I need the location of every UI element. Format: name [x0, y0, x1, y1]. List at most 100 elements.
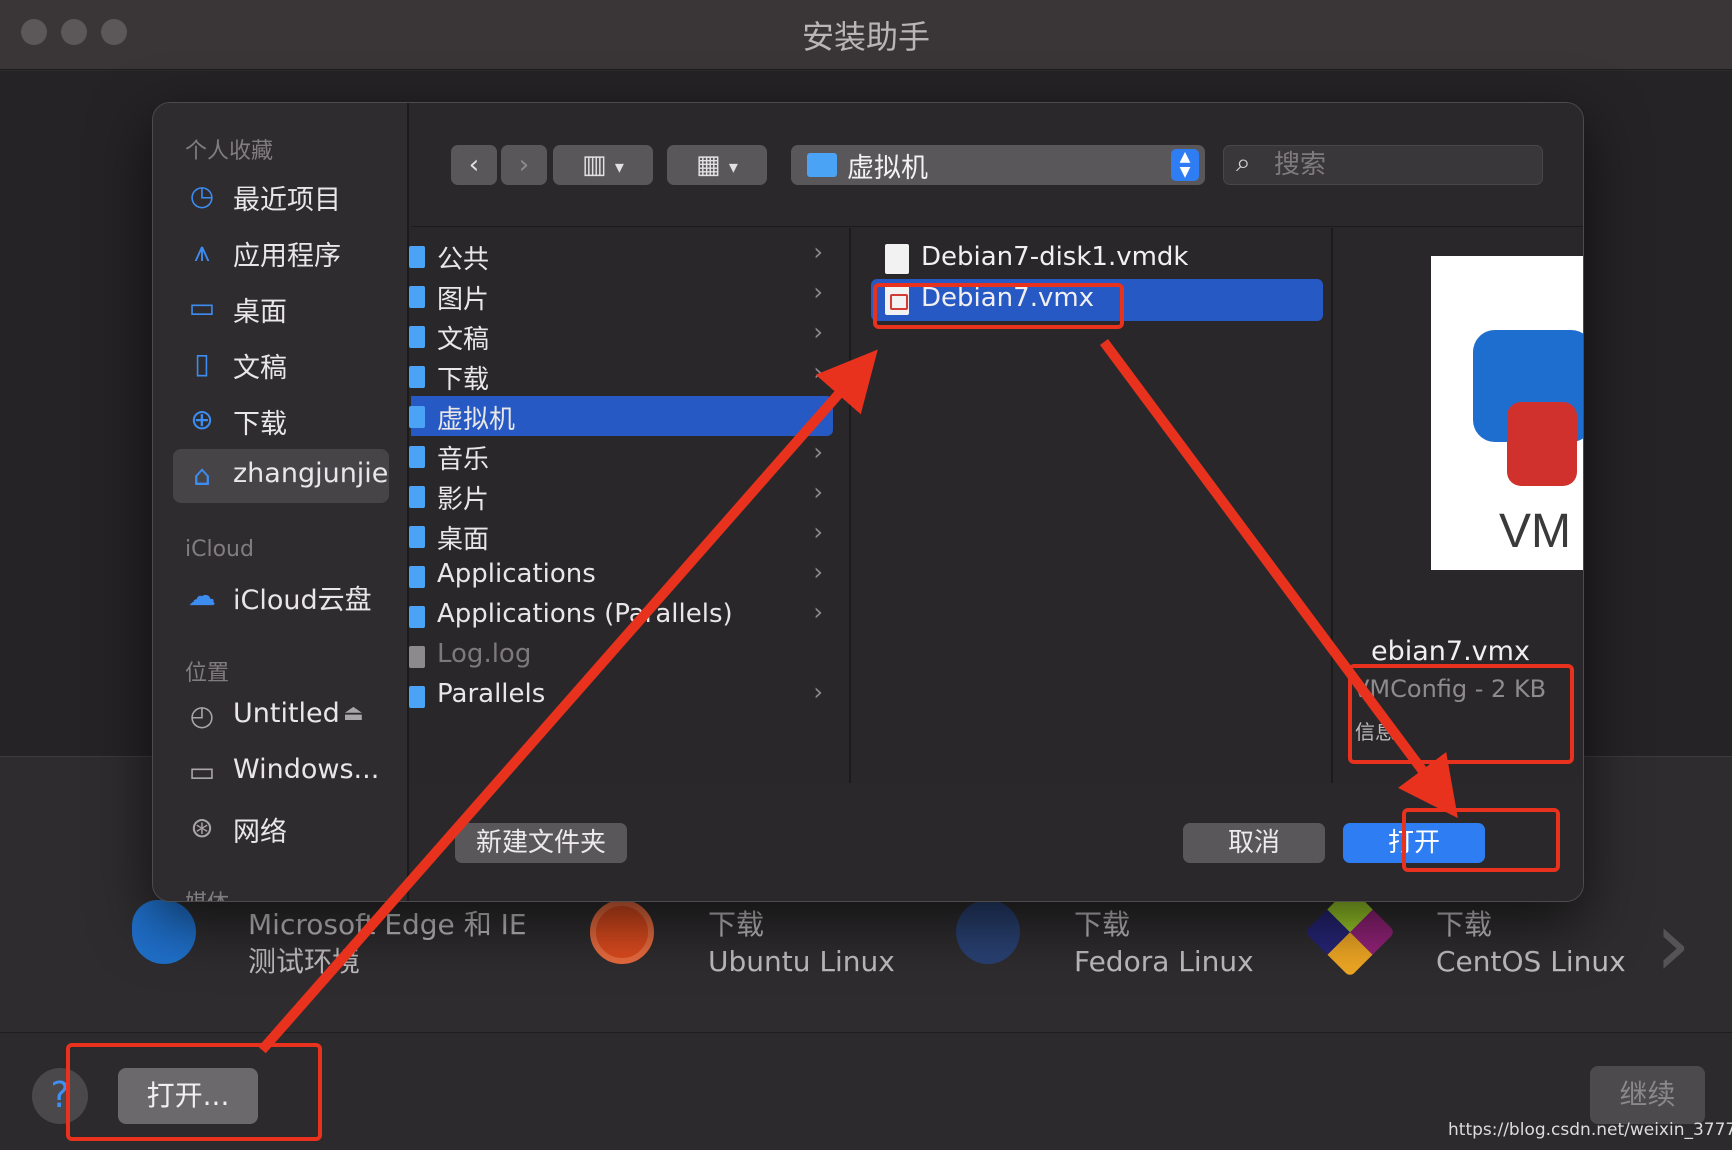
back-button[interactable]: ‹ [451, 145, 497, 185]
folder-icon [409, 366, 425, 388]
document-icon: ▯ [194, 347, 210, 380]
list-item[interactable]: 文稿 › [409, 316, 833, 356]
chevron-right-icon: › [813, 438, 823, 466]
column-view-icon: ▥ [582, 150, 607, 180]
list-item[interactable]: 下载 › [409, 356, 833, 396]
time-machine-icon: ◴ [189, 699, 215, 732]
option-fedora[interactable]: 下载 Fedora Linux [956, 900, 1276, 990]
folder-icon [409, 486, 425, 508]
chevron-right-icon: › [813, 598, 823, 626]
folder-icon [409, 326, 425, 348]
cloud-icon: ☁ [188, 579, 216, 612]
folder-icon [409, 606, 425, 628]
folder-icon [409, 286, 425, 308]
sidebar-section-media: 媒体 [185, 885, 229, 901]
applications-icon: ⩚ [194, 235, 210, 268]
list-item[interactable]: 公共 › [409, 236, 833, 276]
option-line1: 下载 [1074, 908, 1131, 941]
chevron-right-icon: › [813, 278, 823, 306]
fedora-icon [956, 900, 1020, 964]
sidebar-item-downloads[interactable]: ⊕ 下载 [173, 393, 389, 447]
search-input[interactable] [1274, 149, 1524, 181]
option-line2: 测试环境 [248, 945, 361, 978]
gallery-view-icon: ▦ [696, 150, 721, 180]
sidebar: 个人收藏 ◷ 最近项目 ⩚ 应用程序 ▭ 桌面 ▯ 文稿 ⊕ 下载 ⌂ zhan… [153, 103, 409, 901]
sidebar-section-favorites: 个人收藏 [185, 139, 274, 164]
annotation-box-info [1348, 664, 1574, 764]
option-ubuntu[interactable]: 下载 Ubuntu Linux [590, 900, 910, 990]
chevron-down-icon: ▾ [728, 157, 738, 178]
annotation-box-open [1402, 808, 1560, 872]
view-mode-button[interactable]: ▥ ▾ [553, 145, 653, 185]
option-line1: Microsoft Edge 和 IE [248, 908, 527, 941]
chevron-right-icon: › [813, 238, 823, 266]
file-preview-thumbnail: VM [1431, 256, 1583, 570]
list-item[interactable]: Applications (Parallels) › [409, 596, 833, 636]
search-box[interactable]: ⌕ [1223, 145, 1543, 185]
sidebar-item-home[interactable]: ⌂ zhangjunjie [173, 449, 389, 503]
option-line1: 下载 [1436, 908, 1493, 941]
dialog-toolbar: ‹ › ▥ ▾ ▦ ▾ 虚拟机 ▲ ▼ ⌕ [411, 103, 1583, 227]
folder-icon [409, 246, 425, 268]
chevron-right-icon: › [813, 358, 823, 386]
annotation-box-open-ellipsis [66, 1043, 322, 1141]
browser-area: ‹ › ▥ ▾ ▦ ▾ 虚拟机 ▲▼ ⌕ 公共› 图片› 文稿› [409, 103, 1583, 901]
chevron-down-icon: ▾ [614, 157, 624, 178]
option-line1: 下载 [708, 908, 765, 941]
sidebar-item-windows[interactable]: ▭ Windows... [173, 745, 389, 799]
list-item[interactable]: 影片 › [409, 476, 833, 516]
chevron-right-icon: › [813, 678, 823, 706]
sidebar-section-icloud: iCloud [185, 537, 254, 562]
vmdk-file-icon [885, 244, 909, 274]
download-icon: ⊕ [190, 403, 214, 436]
window-title: 安装助手 [801, 18, 930, 56]
option-edge[interactable]: Microsoft Edge 和 IE 测试环境 [132, 900, 552, 990]
preview-file-name: ebian7.vmx [1371, 636, 1530, 667]
chevron-right-icon: › [813, 518, 823, 546]
eject-icon[interactable]: ⏏ [343, 701, 364, 726]
list-item[interactable]: Parallels › [409, 676, 833, 716]
group-button[interactable]: ▦ ▾ [667, 145, 767, 185]
globe-icon: ⊛ [190, 811, 214, 844]
option-centos[interactable]: 下载 CentOS Linux [1304, 886, 1638, 990]
list-item[interactable]: 图片 › [409, 276, 833, 316]
sidebar-item-recents[interactable]: ◷ 最近项目 [173, 169, 389, 223]
list-item-selected[interactable]: 虚拟机 [409, 396, 833, 436]
cancel-button[interactable]: 取消 [1183, 823, 1325, 863]
sidebar-item-applications[interactable]: ⩚ 应用程序 [173, 225, 389, 279]
edge-icon [132, 900, 196, 964]
watermark: https://blog.csdn.net/weixin_37771454 [1448, 1120, 1732, 1140]
document-icon [409, 646, 425, 668]
folder-icon [409, 686, 425, 708]
forward-button[interactable]: › [501, 145, 547, 185]
open-file-dialog: 个人收藏 ◷ 最近项目 ⩚ 应用程序 ▭ 桌面 ▯ 文稿 ⊕ 下载 ⌂ zhan… [152, 102, 1584, 902]
folder-icon [409, 446, 425, 468]
list-item[interactable]: 音乐 › [409, 436, 833, 476]
folder-icon [409, 406, 425, 428]
chevron-right-icon: › [813, 558, 823, 586]
sidebar-item-untitled[interactable]: ◴ Untitled ⏏ [173, 689, 389, 743]
sidebar-item-icloud-drive[interactable]: ☁ iCloud云盘 [173, 569, 389, 623]
desktop-icon: ▭ [188, 291, 216, 324]
location-popup[interactable]: 虚拟机 ▲ ▼ [791, 145, 1205, 185]
column-home: 公共 › 图片 › 文稿 › 下载 › 虚拟机 音乐 › 影片 › 桌面 › Applicat… [409, 228, 851, 783]
chevron-right-icon[interactable]: › [1655, 900, 1691, 990]
ubuntu-icon [590, 900, 654, 964]
list-item: Log.log [409, 636, 833, 676]
stepper-icon: ▲ ▼ [1171, 149, 1199, 181]
list-item[interactable]: 桌面 › [409, 516, 833, 556]
sidebar-item-desktop[interactable]: ▭ 桌面 [173, 281, 389, 335]
continue-button[interactable]: 继续 [1590, 1066, 1705, 1124]
location-name: 虚拟机 [847, 153, 928, 184]
monitor-icon: ▭ [188, 755, 216, 788]
option-line2: Ubuntu Linux [708, 945, 895, 978]
sidebar-item-documents[interactable]: ▯ 文稿 [173, 337, 389, 391]
list-item[interactable]: Applications › [409, 556, 833, 596]
option-line2: Fedora Linux [1074, 945, 1254, 978]
sidebar-item-network[interactable]: ⊛ 网络 [173, 801, 389, 855]
new-folder-button[interactable]: 新建文件夹 [455, 823, 627, 863]
chevron-right-icon: › [813, 478, 823, 506]
title-bar: 安装助手 [0, 0, 1732, 70]
file-item[interactable]: Debian7-disk1.vmdk [871, 238, 1323, 280]
chevron-right-icon: › [813, 318, 823, 346]
